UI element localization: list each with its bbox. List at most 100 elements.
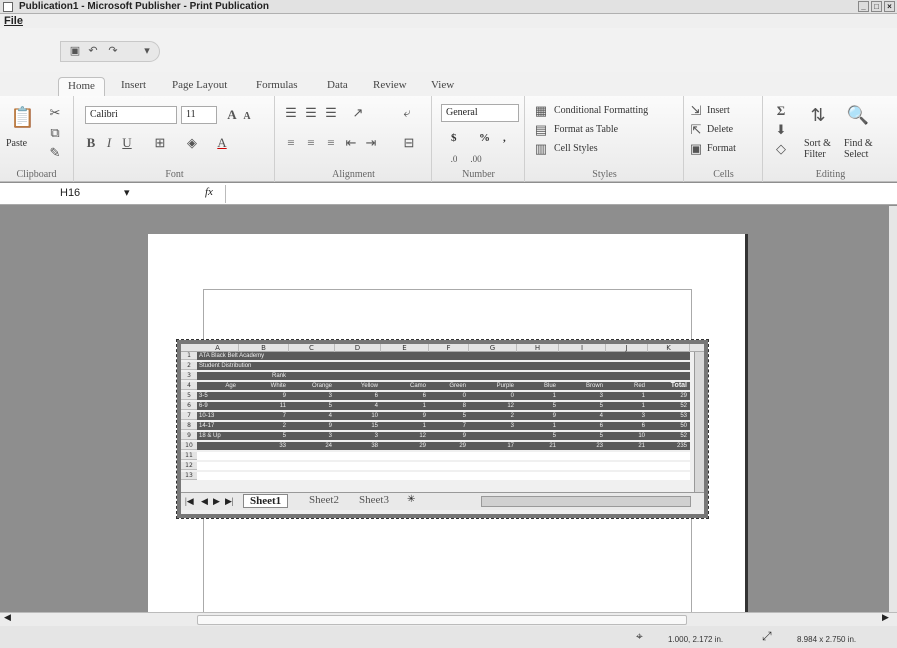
column-header[interactable]: D	[335, 344, 381, 352]
paste-button[interactable]: Paste	[6, 138, 27, 149]
sheet-nav-first-icon[interactable]: |◀	[185, 496, 194, 507]
table-cell[interactable]: 3	[289, 432, 335, 440]
format-as-table-button[interactable]: Format as Table	[554, 124, 618, 135]
align-right-icon[interactable]: ≡	[324, 136, 338, 150]
table-cell[interactable]: 9	[381, 412, 429, 420]
tab-insert[interactable]: Insert	[121, 77, 146, 96]
table-cell[interactable]: 9	[289, 422, 335, 430]
table-cell[interactable]: 3	[289, 392, 335, 400]
decrease-decimal-icon[interactable]: .00	[469, 152, 483, 166]
table-cell[interactable]: Total	[648, 382, 690, 390]
table-cell[interactable]: 23	[559, 442, 606, 450]
format-as-table-icon[interactable]: ▤	[534, 123, 548, 137]
undo-icon[interactable]: ↶	[87, 45, 99, 57]
find-select-icon[interactable]: 🔍	[846, 104, 870, 126]
table-cell[interactable]: 3	[335, 432, 381, 440]
row-header[interactable]: 8	[181, 422, 197, 430]
row-header[interactable]: 11	[181, 452, 197, 460]
orientation-icon[interactable]: ↗	[348, 106, 368, 120]
align-bottom-icon[interactable]: ☰	[324, 106, 338, 120]
grow-font-icon[interactable]: A	[225, 108, 239, 122]
increase-decimal-icon[interactable]: .0	[447, 152, 461, 166]
table-cell[interactable]: 1	[381, 422, 429, 430]
table-cell[interactable]: 21	[606, 442, 648, 450]
row-header[interactable]: 9	[181, 432, 197, 440]
row-header[interactable]: 13	[181, 472, 197, 480]
table-cell[interactable]: 11	[239, 402, 289, 410]
sheet-horizontal-scrollbar[interactable]	[481, 496, 691, 507]
format-painter-icon[interactable]: ✎	[48, 146, 62, 160]
name-box-dropdown-icon[interactable]: ▾	[124, 186, 130, 199]
sort-filter-label-1[interactable]: Sort &	[804, 138, 831, 149]
sheet-nav-last-icon[interactable]: ▶|	[225, 496, 234, 507]
tab-page-layout[interactable]: Page Layout	[172, 77, 227, 96]
comma-button[interactable]: ,	[503, 132, 506, 144]
table-cell[interactable]: 7	[429, 422, 469, 430]
table-cell[interactable]: 235	[648, 442, 690, 450]
wrap-text-icon[interactable]: ⤶	[400, 106, 414, 120]
scroll-thumb[interactable]	[197, 615, 687, 625]
table-cell[interactable]: 2	[469, 412, 517, 420]
tab-data[interactable]: Data	[327, 77, 348, 96]
column-header[interactable]: J	[606, 344, 648, 352]
font-size-box[interactable]: 11	[181, 106, 217, 124]
table-cell[interactable]: 1	[381, 402, 429, 410]
publisher-app-icon[interactable]	[3, 2, 13, 12]
conditional-formatting-button[interactable]: Conditional Formatting	[554, 105, 648, 116]
table-cell[interactable]: 1	[606, 402, 648, 410]
table-cell[interactable]: 50	[648, 422, 690, 430]
vertical-scrollbar[interactable]	[889, 206, 897, 612]
font-name-box[interactable]: Calibri	[85, 106, 177, 124]
table-cell[interactable]: 5	[517, 402, 559, 410]
cut-icon[interactable]: ✂	[48, 106, 62, 120]
table-cell[interactable]: 6	[606, 422, 648, 430]
table-cell[interactable]: 5	[289, 402, 335, 410]
table-cell[interactable]	[197, 442, 239, 450]
table-cell[interactable]: Orange	[289, 382, 335, 390]
table-cell[interactable]: 5	[239, 432, 289, 440]
conditional-formatting-icon[interactable]: ▦	[534, 104, 548, 118]
table-cell[interactable]: Rank	[239, 372, 289, 380]
minimize-icon[interactable]: _	[858, 1, 869, 12]
row-header[interactable]: 12	[181, 462, 197, 470]
increase-indent-icon[interactable]: ⇥	[364, 136, 378, 150]
find-select-label-1[interactable]: Find &	[844, 138, 873, 149]
format-cells-button[interactable]: Format	[707, 143, 736, 154]
column-header[interactable]: G	[469, 344, 517, 352]
table-cell[interactable]: 15	[335, 422, 381, 430]
table-cell[interactable]: 33	[239, 442, 289, 450]
find-select-label-2[interactable]: Select	[844, 149, 868, 160]
table-cell[interactable]: 1	[517, 392, 559, 400]
table-cell[interactable]: 52	[648, 432, 690, 440]
table-cell[interactable]	[469, 432, 517, 440]
fill-icon[interactable]: ⬇	[774, 123, 788, 137]
scroll-left-icon[interactable]: ◀	[4, 613, 11, 623]
table-cell[interactable]: 6	[559, 422, 606, 430]
table-cell[interactable]: 5	[559, 432, 606, 440]
cell-styles-icon[interactable]: ▥	[534, 142, 548, 156]
font-color-icon[interactable]: A	[215, 136, 229, 150]
merge-center-icon[interactable]: ⊟	[400, 136, 418, 150]
clear-icon[interactable]: ◇	[774, 142, 788, 156]
sheet-nav-next-icon[interactable]: ▶	[213, 496, 220, 507]
column-header[interactable]: H	[517, 344, 559, 352]
table-cell[interactable]: 24	[289, 442, 335, 450]
table-cell[interactable]: 7	[239, 412, 289, 420]
table-cell[interactable]: 9	[239, 392, 289, 400]
scroll-right-icon[interactable]: ▶	[882, 613, 889, 623]
close-icon[interactable]: ×	[884, 1, 895, 12]
table-cell[interactable]: 12	[469, 402, 517, 410]
row-header[interactable]: 3	[181, 372, 197, 380]
table-cell[interactable]: 3	[606, 412, 648, 420]
table-cell[interactable]: Student Distribution	[197, 362, 397, 370]
currency-button[interactable]: $	[451, 132, 457, 144]
column-header[interactable]: C	[289, 344, 335, 352]
menu-file[interactable]: File	[4, 14, 23, 28]
row-header[interactable]: 2	[181, 362, 197, 370]
table-cell[interactable]: 10	[335, 412, 381, 420]
redo-icon[interactable]: ↷	[107, 45, 119, 57]
table-cell[interactable]: 6	[335, 392, 381, 400]
table-cell[interactable]: Brown	[559, 382, 606, 390]
column-header[interactable]: K	[648, 344, 690, 352]
table-cell[interactable]: 5	[429, 412, 469, 420]
